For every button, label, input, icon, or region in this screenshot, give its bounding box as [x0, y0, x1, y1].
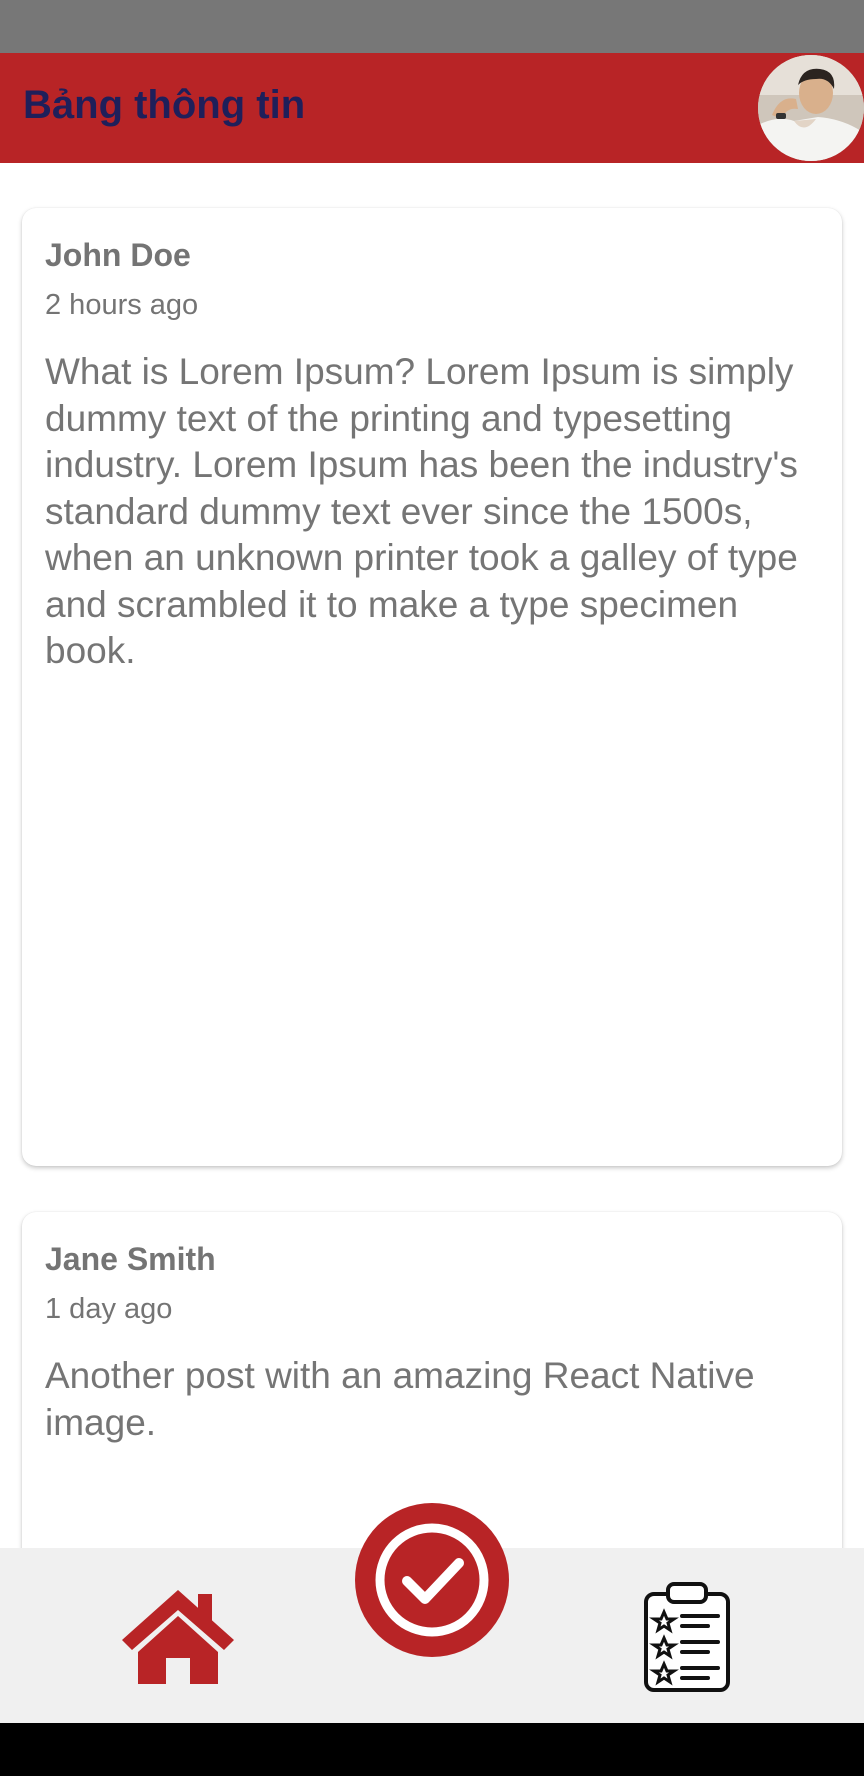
- page-title: Bảng thông tin: [23, 83, 306, 127]
- post-timestamp: 2 hours ago: [45, 289, 199, 322]
- post-author: John Doe: [45, 237, 191, 273]
- clipboard-list-icon: [644, 1582, 730, 1692]
- check-circle-icon: [375, 1523, 489, 1637]
- feed[interactable]: John Doe 2 hours ago What is Lorem Ipsum…: [0, 163, 864, 1548]
- app-screen: Bảng thông tin John Doe 2 hours ago What…: [0, 0, 864, 1776]
- avatar[interactable]: [758, 55, 864, 161]
- status-bar: [0, 0, 864, 53]
- post-author: Jane Smith: [45, 1241, 216, 1277]
- tasks-tab-button[interactable]: [636, 1580, 738, 1694]
- system-navigation-bar: [0, 1723, 864, 1776]
- avatar-photo-icon: [758, 55, 864, 161]
- post-content: What is Lorem Ipsum? Lorem Ipsum is simp…: [45, 351, 798, 672]
- home-tab-button[interactable]: [120, 1588, 236, 1688]
- post-card[interactable]: Jane Smith 1 day ago Another post with a…: [22, 1212, 842, 1548]
- check-action-button[interactable]: [355, 1503, 509, 1657]
- post-content: Another post with an amazing React Nativ…: [45, 1355, 755, 1443]
- post-timestamp: 1 day ago: [45, 1293, 173, 1326]
- post-card[interactable]: John Doe 2 hours ago What is Lorem Ipsum…: [22, 208, 842, 1166]
- home-icon: [122, 1590, 234, 1684]
- app-header: Bảng thông tin: [0, 53, 864, 163]
